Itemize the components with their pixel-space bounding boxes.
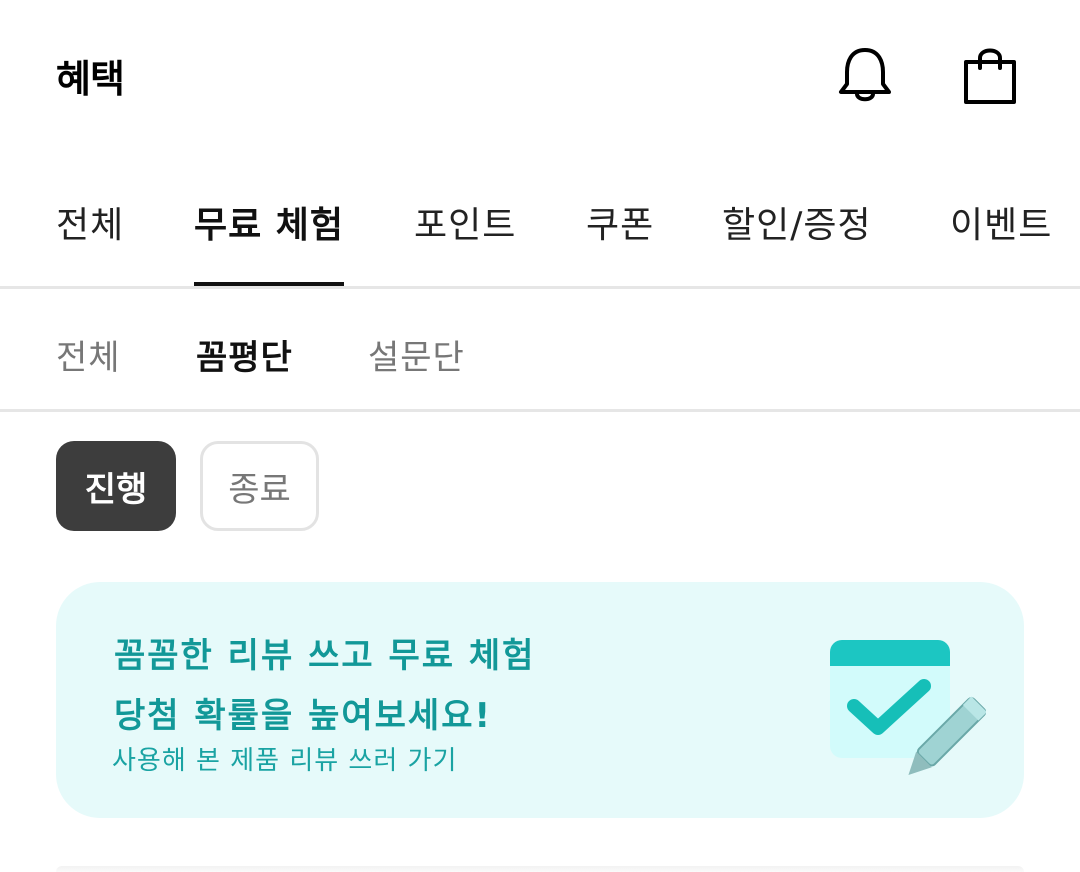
filter-ended-chip[interactable]: 종료 [200, 441, 319, 531]
page-title: 혜택 [56, 57, 125, 101]
banner-headline-2: 당첨 확률을 높여보세요! [114, 696, 492, 736]
banner-link-text: 사용해 본 제품 리뷰 쓰러 가기 [112, 746, 458, 776]
cart-button[interactable] [955, 40, 1025, 110]
review-promo-banner[interactable]: 꼼꼼한 리뷰 쓰고 무료 체험 당첨 확률을 높여보세요! 사용해 본 제품 리… [56, 582, 1024, 818]
tab-coupons[interactable]: 쿠폰 [586, 196, 654, 248]
main-tab-bar: 전체 무료 체험 포인트 쿠폰 할인/증정 이벤트 [0, 170, 1080, 288]
subtab-review-group[interactable]: 꼼평단 [196, 330, 293, 379]
benefits-page: 혜택 전체 무료 체험 포인트 쿠폰 할인/증정 이벤트 전체 꼼평단 설문단 … [0, 0, 1080, 872]
tab-events[interactable]: 이벤트 [950, 196, 1052, 248]
app-header: 혜택 [0, 0, 1080, 150]
tab-free-trial[interactable]: 무료 체험 [194, 196, 344, 248]
tab-points[interactable]: 포인트 [414, 196, 516, 248]
filter-ongoing-chip[interactable]: 진행 [56, 441, 176, 531]
banner-headline-1: 꼼꼼한 리뷰 쓰고 무료 체험 [114, 636, 536, 676]
tab-divider [0, 286, 1080, 289]
subtab-all[interactable]: 전체 [56, 330, 121, 379]
tab-all[interactable]: 전체 [56, 196, 124, 248]
subtab-divider [0, 409, 1080, 412]
shopping-bag-icon [964, 48, 1016, 104]
tab-discount-gift[interactable]: 할인/증정 [722, 196, 872, 248]
subtab-survey-group[interactable]: 설문단 [368, 330, 465, 379]
next-card-edge [56, 866, 1024, 872]
calendar-check-pencil-icon [830, 640, 986, 775]
notification-button[interactable] [830, 40, 900, 110]
bell-icon [839, 48, 891, 102]
